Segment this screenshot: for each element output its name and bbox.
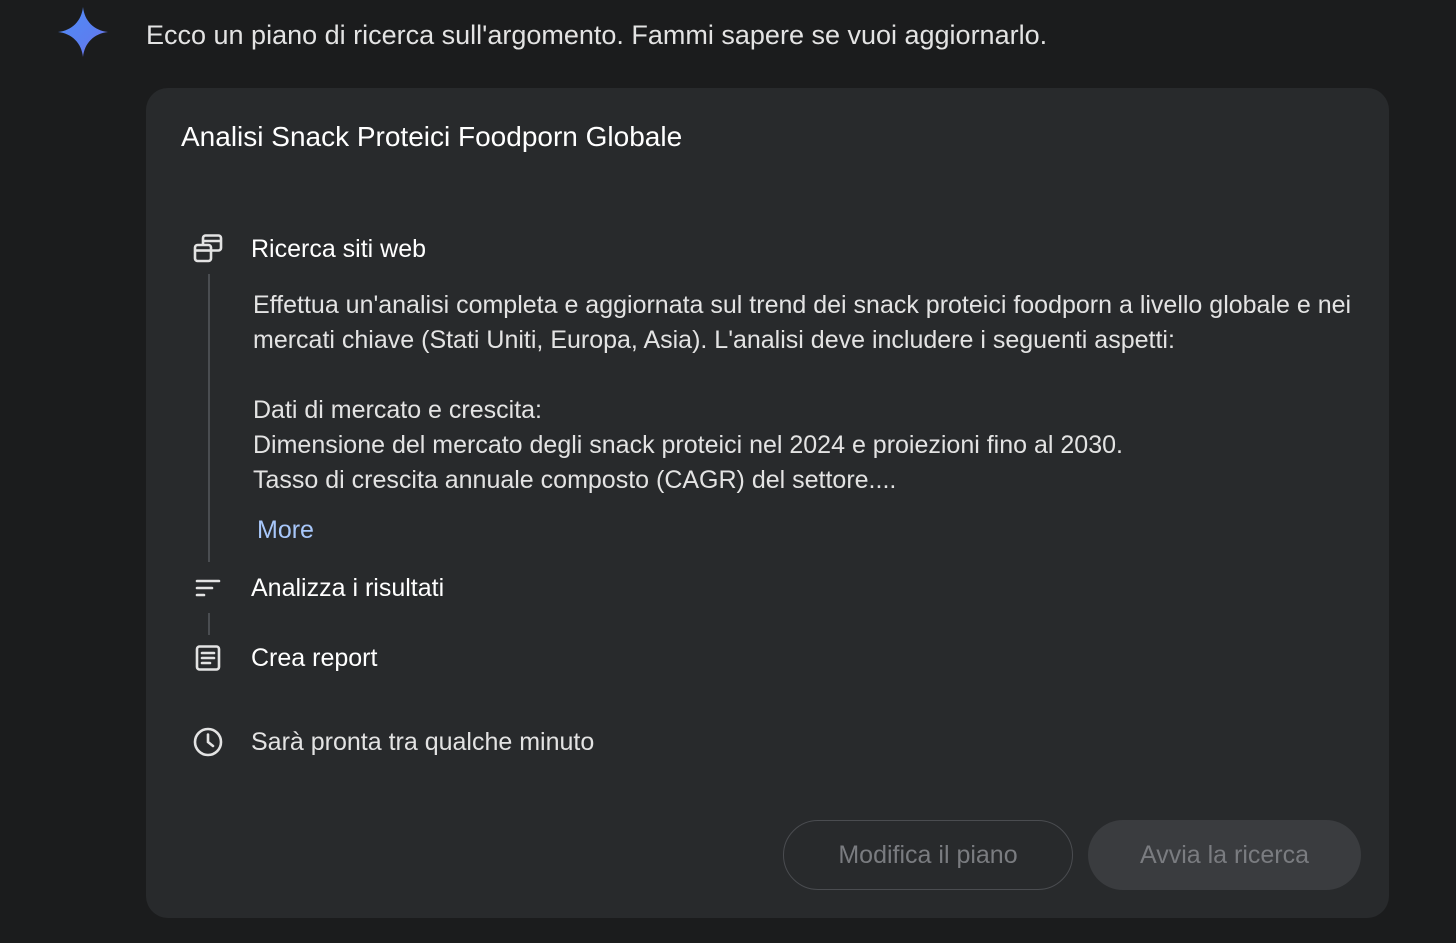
description-line: Dati di mercato e crescita: (253, 396, 542, 424)
more-link[interactable]: More (257, 513, 314, 547)
chat-response: Ecco un piano di ricerca sull'argomento.… (0, 0, 1456, 943)
edit-plan-button[interactable]: Modifica il piano (783, 820, 1073, 890)
step-connector-line (208, 613, 210, 635)
step-description: Effettua un'analisi completa e aggiornat… (253, 288, 1368, 498)
gemini-spark-icon (58, 7, 108, 57)
step-label-ricerca-siti-web: Ricerca siti web (251, 235, 427, 263)
step-label-analizza-risultati: Analizza i risultati (251, 574, 445, 602)
description-line: Dimensione del mercato degli snack prote… (253, 431, 1123, 459)
step-connector-line (208, 274, 210, 562)
eta-text: Sarà pronta tra qualche minuto (251, 728, 595, 756)
web-pages-icon (191, 231, 225, 265)
clock-icon (191, 725, 225, 759)
document-icon (191, 641, 225, 675)
assistant-intro-text: Ecco un piano di ricerca sull'argomento.… (146, 20, 1048, 50)
description-line: Tasso di crescita annuale composto (CAGR… (253, 466, 897, 494)
start-research-button[interactable]: Avvia la ricerca (1088, 820, 1361, 890)
step-label-crea-report: Crea report (251, 644, 378, 672)
research-plan-card: Analisi Snack Proteici Foodporn Globale … (146, 88, 1389, 918)
description-paragraph: Effettua un'analisi completa e aggiornat… (253, 291, 1352, 354)
sort-lines-icon (191, 571, 225, 605)
plan-title: Analisi Snack Proteici Foodporn Globale (181, 121, 683, 152)
